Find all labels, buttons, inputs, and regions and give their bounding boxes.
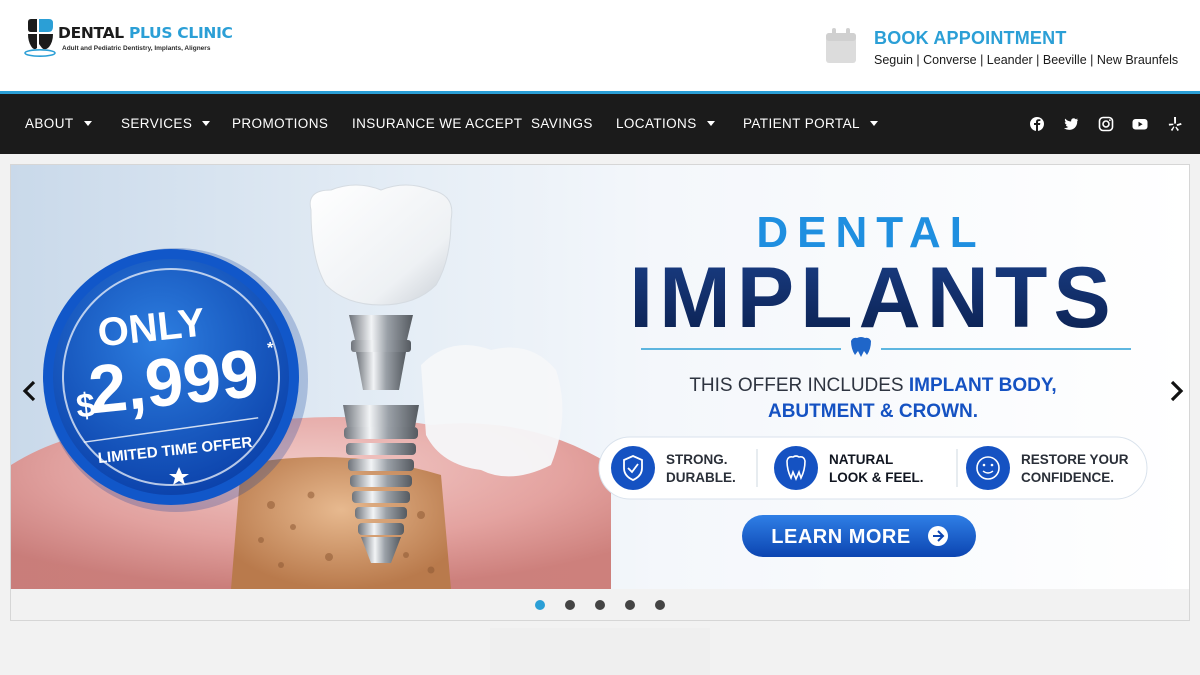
offer-line-1-b: IMPLANT BODY, bbox=[909, 375, 1057, 396]
nav-savings-label: SAVINGS bbox=[531, 116, 593, 131]
slider-pagination bbox=[11, 597, 1189, 613]
chevron-down-icon bbox=[202, 120, 211, 126]
offer-line-1: THIS OFFER INCLUDES IMPLANT BODY, bbox=[689, 375, 1056, 396]
nav-about[interactable]: ABOUT bbox=[25, 94, 92, 154]
nav-savings[interactable]: SAVINGS bbox=[531, 94, 593, 154]
nav-promotions-label: PROMOTIONS bbox=[232, 116, 329, 131]
nav-insurance-label: INSURANCE WE ACCEPT bbox=[352, 116, 523, 131]
nav-promotions[interactable]: PROMOTIONS bbox=[232, 94, 328, 154]
slider-dot-4[interactable] bbox=[625, 600, 635, 610]
nav-about-label: ABOUT bbox=[25, 116, 74, 131]
chevron-down-icon bbox=[706, 120, 715, 126]
nav-insurance[interactable]: INSURANCE WE ACCEPT bbox=[352, 94, 522, 154]
slide-artwork: ONLY $ 2,999 * LIMITED TIME OFFER DENTAL… bbox=[11, 184, 1148, 589]
nav-patient-portal[interactable]: PATIENT PORTAL bbox=[743, 94, 878, 154]
headline-implants: IMPLANTS bbox=[629, 250, 1117, 346]
clinic-name-part1: DENTAL bbox=[58, 24, 129, 42]
nav-patient-portal-label: PATIENT PORTAL bbox=[743, 116, 860, 131]
feature-3-line-1: RESTORE YOUR bbox=[1021, 452, 1129, 467]
slide-dental-implants[interactable]: ONLY $ 2,999 * LIMITED TIME OFFER DENTAL… bbox=[11, 165, 1189, 589]
slider-prev-arrow-icon[interactable] bbox=[19, 378, 41, 404]
hero-slider: ONLY $ 2,999 * LIMITED TIME OFFER DENTAL… bbox=[10, 164, 1190, 621]
clinic-locations: Seguin | Converse | Leander | Beeville |… bbox=[874, 53, 1179, 67]
calendar-icon bbox=[826, 28, 856, 63]
slider-dot-1[interactable] bbox=[535, 600, 545, 610]
facebook-icon[interactable] bbox=[1028, 115, 1046, 133]
below-fold-section bbox=[490, 628, 710, 675]
learn-more-label: LEARN MORE bbox=[771, 526, 910, 548]
twitter-icon[interactable] bbox=[1062, 115, 1080, 133]
nav-services[interactable]: SERVICES bbox=[121, 94, 211, 154]
main-nav: ABOUT SERVICES PROMOTIONS INSURANCE WE A… bbox=[0, 94, 1200, 154]
slider-dot-3[interactable] bbox=[595, 600, 605, 610]
chevron-down-icon bbox=[869, 120, 878, 126]
clinic-name: DENTAL PLUS CLINIC bbox=[58, 24, 233, 42]
tooth-logo-icon bbox=[24, 19, 56, 57]
chevron-down-icon bbox=[83, 120, 92, 126]
feature-2-line-2: LOOK & FEEL. bbox=[829, 470, 924, 485]
youtube-icon[interactable] bbox=[1131, 115, 1149, 133]
slider-dot-2[interactable] bbox=[565, 600, 575, 610]
book-appointment-link[interactable]: BOOK APPOINTMENT bbox=[874, 28, 1067, 49]
nav-locations-label: LOCATIONS bbox=[616, 116, 697, 131]
nav-services-label: SERVICES bbox=[121, 116, 193, 131]
badge-asterisk-text: * bbox=[267, 340, 274, 357]
feature-3-line-2: CONFIDENCE. bbox=[1021, 470, 1114, 485]
clinic-logo[interactable]: DENTAL PLUS CLINIC Adult and Pediatric D… bbox=[22, 18, 233, 60]
clinic-name-part2: PLUS CLINIC bbox=[128, 24, 233, 42]
feature-2-line-1: NATURAL bbox=[829, 452, 893, 467]
yelp-icon[interactable] bbox=[1166, 115, 1184, 133]
clinic-tagline: Adult and Pediatric Dentistry, Implants,… bbox=[62, 45, 211, 52]
nav-locations[interactable]: LOCATIONS bbox=[616, 94, 715, 154]
feature-1-line-1: STRONG. bbox=[666, 452, 728, 467]
slider-next-arrow-icon[interactable] bbox=[1165, 378, 1187, 404]
offer-line-2: ABUTMENT & CROWN. bbox=[768, 401, 978, 422]
slider-dot-5[interactable] bbox=[655, 600, 665, 610]
instagram-icon[interactable] bbox=[1097, 115, 1115, 133]
offer-line-1-a: THIS OFFER INCLUDES bbox=[689, 375, 909, 396]
feature-1-line-2: DURABLE. bbox=[666, 470, 736, 485]
site-header: DENTAL PLUS CLINIC Adult and Pediatric D… bbox=[0, 0, 1200, 91]
book-appointment-block: BOOK APPOINTMENT Seguin | Converse | Lea… bbox=[826, 28, 1186, 74]
